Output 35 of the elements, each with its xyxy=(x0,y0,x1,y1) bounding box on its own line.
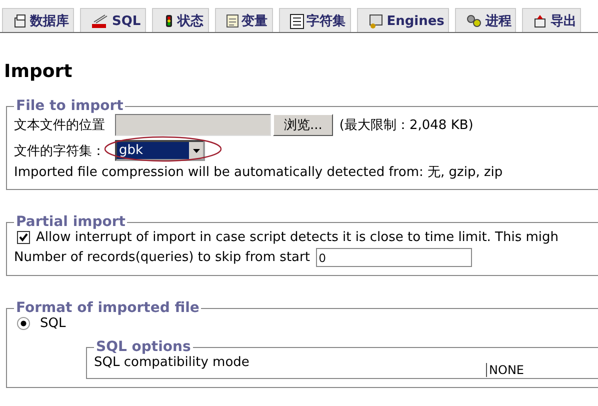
tab[interactable]: Engines xyxy=(356,8,450,32)
notepad-icon xyxy=(226,14,239,28)
tab[interactable]: 数据库 xyxy=(2,8,74,32)
max-size-note: (最大限制：2,048 KB) xyxy=(339,117,474,134)
format-option-label: SQL xyxy=(40,316,66,331)
location-label: 文本文件的位置 xyxy=(14,117,105,134)
radio-button[interactable] xyxy=(17,317,30,330)
browse-button[interactable]: 浏览... xyxy=(273,114,334,136)
charset-label: 文件的字符集： xyxy=(14,142,105,160)
interrupt-label: Allow interrupt of import in case script detects it is close to time limit. This migh xyxy=(36,230,559,245)
panel-legend: Partial import xyxy=(14,214,128,230)
panel-legend: Format of imported file xyxy=(14,300,202,316)
compression-note: Imported file compression will be automatically detected from: 无, gzip, zip xyxy=(14,164,503,181)
panel-legend: SQL options xyxy=(94,339,193,355)
skip-label: Number of records(queries) to skip from start xyxy=(14,250,310,265)
check-icon xyxy=(19,233,28,242)
tab[interactable]: 字符集 xyxy=(278,8,351,32)
export-icon xyxy=(533,14,548,28)
page-heading: Import xyxy=(4,61,74,82)
skip-count-field[interactable]: 0 xyxy=(316,248,472,267)
tab[interactable]: 进程 xyxy=(455,8,516,32)
panel-legend: File to import xyxy=(14,98,126,114)
file-path-field[interactable] xyxy=(115,114,271,136)
caret-icon xyxy=(189,142,203,159)
compat-mode-select[interactable]: NONE xyxy=(486,363,524,377)
tab[interactable]: 变量 xyxy=(214,8,273,32)
table-icon xyxy=(290,14,304,28)
tab[interactable]: 状态 xyxy=(152,8,209,32)
compat-mode-label: SQL compatibility mode xyxy=(94,355,250,370)
checkbox[interactable] xyxy=(17,231,30,244)
sql-icon xyxy=(91,13,109,29)
charset-select[interactable]: gbk xyxy=(115,140,205,161)
tab[interactable]: SQL xyxy=(80,8,146,32)
database-icon xyxy=(13,14,27,28)
tab[interactable]: 导出 xyxy=(522,8,582,32)
